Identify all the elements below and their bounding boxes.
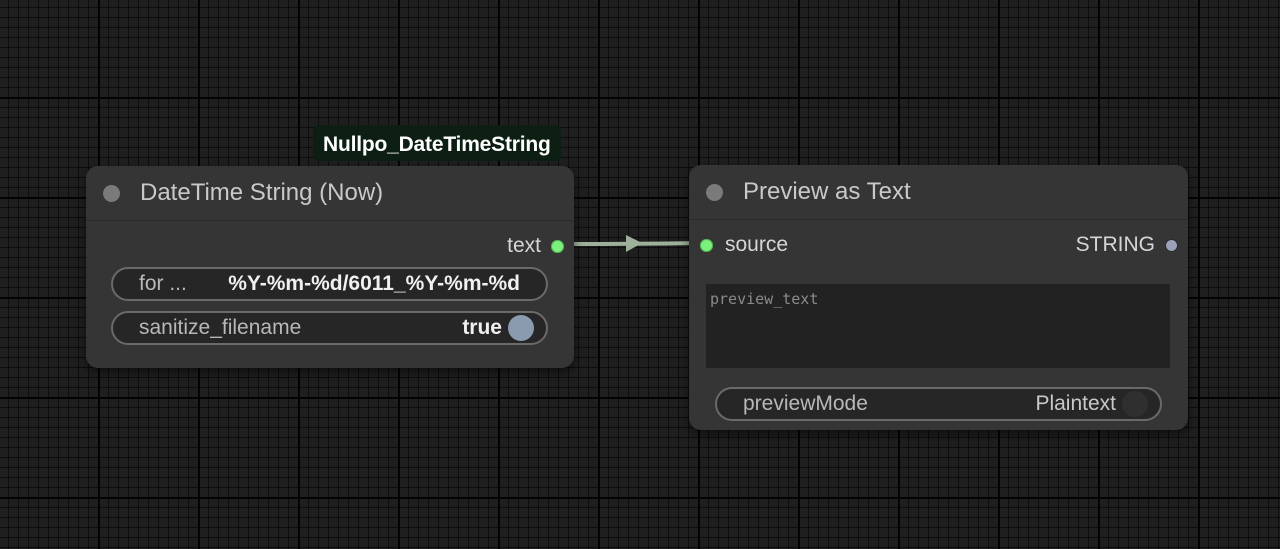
sanitize-widget-label: sanitize_filename (139, 316, 302, 339)
connection-link[interactable] (562, 241, 700, 246)
toggle-knob-icon[interactable] (508, 315, 534, 341)
circle-slot-icon[interactable] (1165, 238, 1178, 252)
toggle-knob-icon[interactable] (1122, 391, 1148, 417)
format-widget-label: for ... (139, 272, 187, 295)
datetime-string-node[interactable]: DateTime String (Now) text for ... %Y-%m… (86, 166, 574, 368)
graph-canvas[interactable]: Nullpo_DateTimeString DateTime String (N… (0, 0, 1280, 549)
input-slot-source[interactable]: source (700, 230, 788, 260)
sanitize-filename-toggle[interactable]: sanitize_filename true (111, 311, 548, 345)
preview-mode-value: Plaintext (1035, 392, 1116, 415)
node-title-bar[interactable]: Preview as Text (689, 165, 1188, 220)
circle-dot-icon[interactable] (103, 184, 120, 202)
node-type-badge: Nullpo_DateTimeString (313, 125, 561, 161)
output-slot-label: STRING (1075, 233, 1155, 256)
circle-dot-icon[interactable] (706, 183, 723, 201)
output-slot-text[interactable]: text (507, 231, 564, 261)
node-title: DateTime String (Now) (140, 179, 384, 206)
preview-text-area[interactable] (706, 284, 1170, 368)
circle-slot-icon[interactable] (700, 238, 713, 252)
sanitize-widget-value: true (462, 316, 502, 339)
format-widget-value: %Y-%m-%d/6011_%Y-%m-%d (228, 272, 520, 295)
node-title: Preview as Text (743, 178, 911, 205)
preview-mode-label: previewMode (743, 392, 868, 415)
output-slot-label: text (507, 234, 541, 257)
format-widget[interactable]: for ... %Y-%m-%d/6011_%Y-%m-%d (111, 267, 548, 301)
output-slot-string[interactable]: STRING (1076, 230, 1178, 260)
node-title-bar[interactable]: DateTime String (Now) (86, 166, 574, 221)
preview-mode-select[interactable]: previewMode Plaintext (715, 387, 1162, 421)
arrow-right-icon (626, 235, 642, 252)
preview-as-text-node[interactable]: Preview as Text source STRING previewMod… (689, 165, 1188, 430)
input-slot-label: source (725, 233, 789, 256)
circle-slot-icon[interactable] (551, 239, 564, 253)
